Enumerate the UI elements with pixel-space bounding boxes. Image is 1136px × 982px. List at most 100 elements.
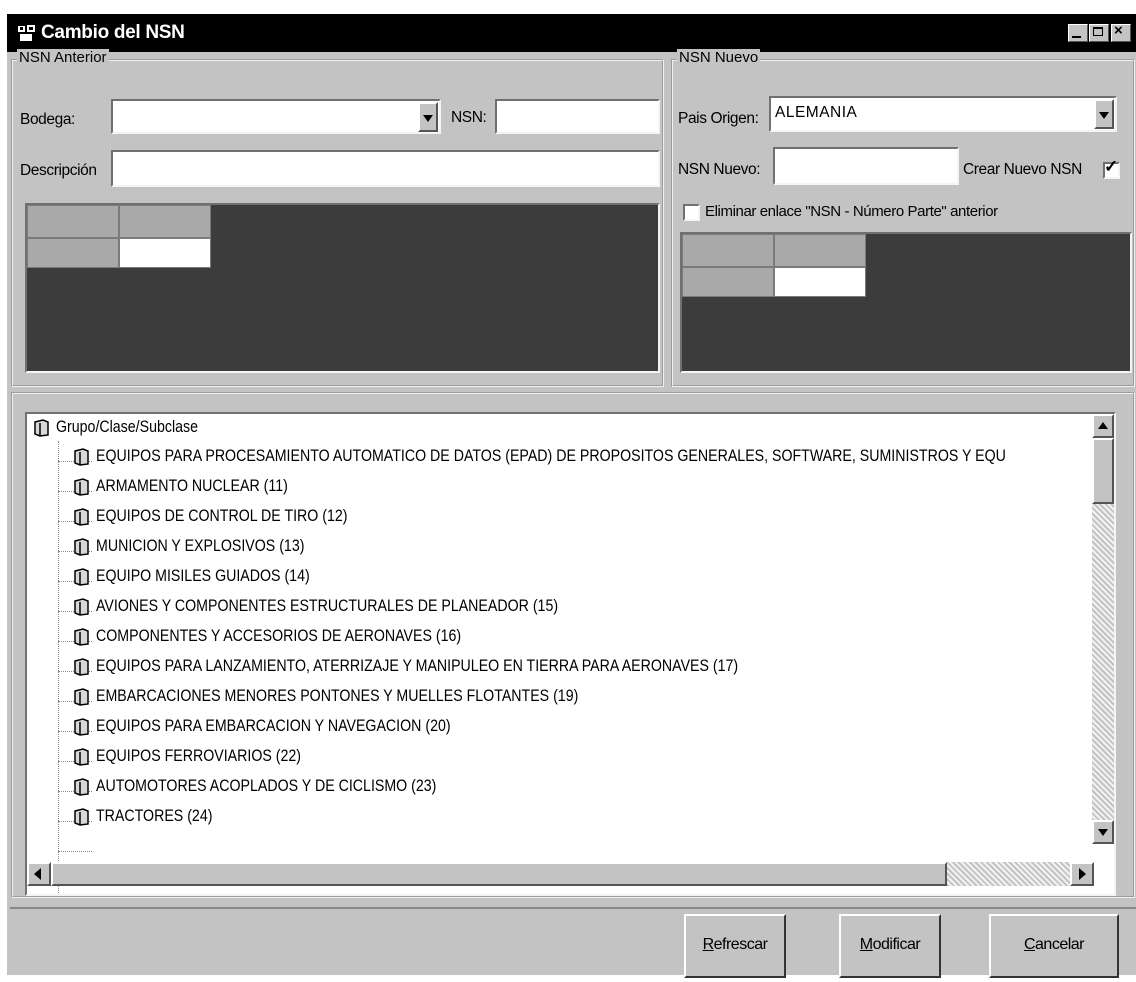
cambio-nsn-window: Cambio del NSN × NSN Anterior Bodega: NS…	[5, 12, 1136, 978]
tree-item[interactable]: AUTOMOTORES ACOPLADOS Y DE CICLISMO (23)	[73, 777, 492, 805]
book-icon	[74, 597, 89, 616]
cancelar-button[interactable]: Cancelar	[989, 914, 1119, 978]
book-icon	[74, 747, 89, 766]
book-icon	[74, 537, 89, 556]
grid-header-cell	[27, 205, 119, 238]
refrescar-mnemonic: R	[702, 936, 715, 953]
eliminar-enlace-label: Eliminar enlace "NSN - Número Parte" ant…	[705, 203, 998, 220]
chevron-down-icon[interactable]	[418, 102, 438, 132]
tree-connector	[58, 851, 92, 852]
book-icon	[74, 447, 89, 466]
book-icon	[74, 657, 89, 676]
button-panel	[10, 907, 1136, 982]
refrescar-button[interactable]: Refrescar	[684, 914, 786, 978]
tree-item[interactable]: EQUIPOS PARA EMBARCACION Y NAVEGACION (2…	[73, 717, 508, 745]
descripcion-input[interactable]	[111, 150, 660, 187]
tree-item-label: ARMAMENTO NUCLEAR (11)	[96, 477, 288, 496]
crear-nuevo-nsn-label: Crear Nuevo NSN	[963, 161, 1082, 178]
cancelar-label: ancelar	[1035, 936, 1085, 953]
grid-row-header	[27, 238, 119, 268]
book-icon	[74, 687, 89, 706]
pais-origen-combo[interactable]: ALEMANIA	[769, 96, 1117, 132]
tree-item[interactable]: EQUIPOS PARA PROCESAMIENTO AUTOMATICO DE…	[73, 447, 1114, 475]
tree-root-label: Grupo/Clase/Subclase	[56, 418, 198, 437]
maximize-icon	[1093, 27, 1103, 36]
grid-header-cell	[774, 234, 866, 267]
title-bar[interactable]: Cambio del NSN ×	[7, 14, 1136, 52]
refrescar-label: efrescar	[713, 936, 768, 953]
tree-item-label: EQUIPOS PARA EMBARCACION Y NAVEGACION (2…	[96, 717, 451, 736]
grid-cell[interactable]	[119, 238, 211, 268]
tree-item-label: TRACTORES (24)	[96, 807, 213, 826]
nsn-nuevo-input[interactable]	[773, 147, 959, 185]
scroll-right-button[interactable]	[1070, 862, 1094, 886]
cancelar-mnemonic: C	[1023, 936, 1036, 953]
book-icon	[74, 627, 89, 646]
maximize-button[interactable]	[1089, 24, 1109, 42]
bodega-label: Bodega:	[20, 111, 75, 128]
minimize-icon	[1072, 36, 1081, 38]
scroll-down-button[interactable]	[1092, 820, 1114, 844]
tree-item[interactable]: MUNICION Y EXPLOSIVOS (13)	[73, 537, 338, 565]
horizontal-scroll-track[interactable]	[947, 862, 1070, 886]
horizontal-scroll-thumb[interactable]	[51, 862, 947, 886]
tree-item-label: EQUIPO MISILES GUIADOS (14)	[96, 567, 310, 586]
nsn-input[interactable]	[495, 99, 660, 134]
nsn-nuevo-label: NSN Nuevo	[677, 49, 761, 66]
book-icon	[74, 807, 89, 826]
scroll-up-button[interactable]	[1092, 414, 1114, 438]
vertical-scroll-thumb[interactable]	[1092, 438, 1114, 504]
clasificacion-tree[interactable]: Grupo/Clase/Subclase EQUIPOS PARA PROCES…	[25, 412, 1116, 896]
scroll-left-button[interactable]	[27, 862, 51, 886]
nsn-nuevo-grid[interactable]	[680, 232, 1132, 373]
bodega-combo[interactable]	[111, 99, 441, 134]
tree-item[interactable]: COMPONENTES Y ACCESORIOS DE AERONAVES (1…	[73, 627, 521, 655]
minimize-button[interactable]	[1068, 24, 1088, 42]
book-icon	[74, 717, 89, 736]
grid-cell[interactable]	[774, 267, 866, 297]
tree-item[interactable]: EQUIPOS FERROVIARIOS (22)	[73, 747, 334, 775]
nsn-anterior-grid[interactable]	[25, 203, 660, 373]
nsn-nuevo-field-label: NSN Nuevo:	[678, 161, 761, 178]
vertical-scroll-track[interactable]	[1092, 504, 1114, 820]
tree-item-label: EQUIPOS PARA LANZAMIENTO, ATERRIZAJE Y M…	[96, 657, 739, 676]
tree-root[interactable]: Grupo/Clase/Subclase	[33, 418, 221, 446]
tree-item-label: COMPONENTES Y ACCESORIOS DE AERONAVES (1…	[96, 627, 462, 646]
tree-item-label: AUTOMOTORES ACOPLADOS Y DE CICLISMO (23)	[96, 777, 437, 796]
close-icon: ×	[1114, 22, 1123, 39]
grid-row-header	[682, 267, 774, 297]
tree-item-label: MUNICION Y EXPLOSIVOS (13)	[96, 537, 305, 556]
modificar-button[interactable]: Modificar	[839, 914, 941, 978]
tree-item-label: EQUIPOS PARA PROCESAMIENTO AUTOMATICO DE…	[96, 447, 1006, 466]
window-title: Cambio del NSN	[41, 22, 185, 43]
book-icon	[74, 777, 89, 796]
book-icon	[74, 477, 89, 496]
tree-item[interactable]: EQUIPOS DE CONTROL DE TIRO (12)	[73, 507, 388, 535]
crear-nuevo-nsn-checkbox[interactable]: ✓	[1103, 158, 1120, 179]
tree-item-label: EQUIPOS DE CONTROL DE TIRO (12)	[96, 507, 348, 526]
close-button[interactable]: ×	[1111, 22, 1131, 42]
tree-connector	[58, 441, 59, 894]
eliminar-enlace-checkbox[interactable]	[683, 204, 700, 221]
tree-item-label: EQUIPOS FERROVIARIOS (22)	[96, 747, 302, 766]
book-icon	[74, 567, 89, 586]
tree-item[interactable]: TRACTORES (24)	[73, 807, 231, 835]
book-icon	[34, 418, 49, 437]
tree-item[interactable]: EQUIPO MISILES GUIADOS (14)	[73, 567, 344, 595]
chevron-down-icon[interactable]	[1094, 99, 1114, 129]
nsn-label: NSN:	[451, 109, 487, 126]
tree-item-label: EMBARCACIONES MENORES PONTONES Y MUELLES…	[96, 687, 579, 706]
nsn-anterior-label: NSN Anterior	[17, 49, 109, 66]
grid-header-cell	[119, 205, 211, 238]
tree-item[interactable]: EMBARCACIONES MENORES PONTONES Y MUELLES…	[73, 687, 657, 715]
modificar-label: odificar	[872, 936, 921, 953]
tree-item-label: AVIONES Y COMPONENTES ESTRUCTURALES DE P…	[96, 597, 559, 616]
book-icon	[74, 507, 89, 526]
pais-origen-value: ALEMANIA	[775, 104, 858, 121]
tree-item[interactable]: ARMAMENTO NUCLEAR (11)	[73, 477, 319, 505]
descripcion-label: Descripción	[20, 162, 97, 179]
pais-origen-label: Pais Origen:	[678, 110, 759, 127]
tree-item[interactable]: AVIONES Y COMPONENTES ESTRUCTURALES DE P…	[73, 597, 633, 625]
app-icon	[18, 25, 35, 41]
tree-item[interactable]: EQUIPOS PARA LANZAMIENTO, ATERRIZAJE Y M…	[73, 657, 843, 685]
